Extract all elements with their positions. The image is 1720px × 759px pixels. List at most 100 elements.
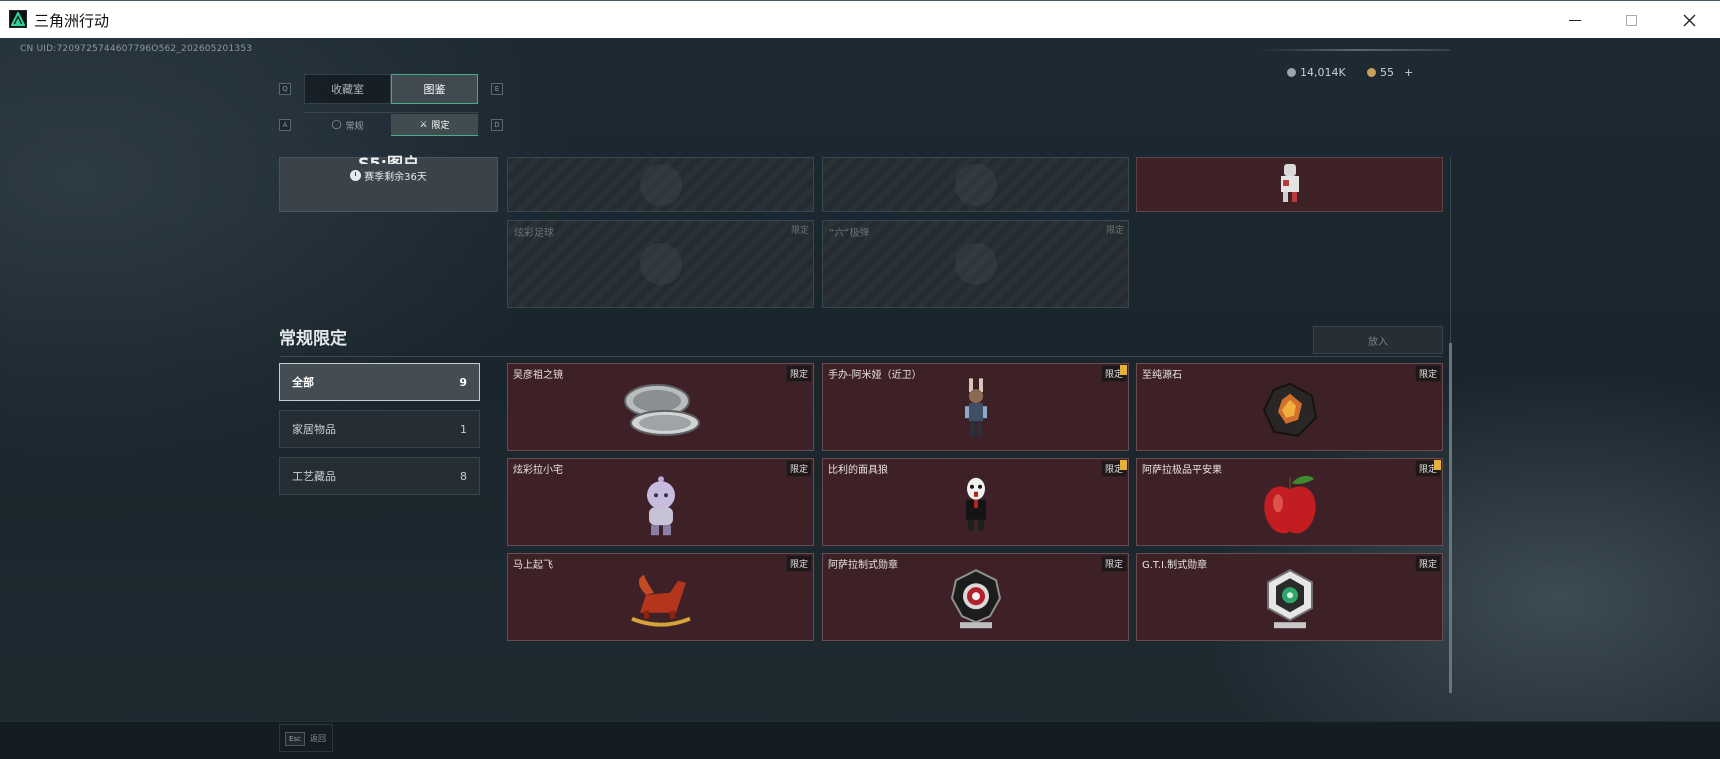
locked-item-silhouette [639,163,682,206]
header-divider [1260,49,1450,51]
filter-count: 1 [460,422,467,436]
add-currency-button[interactable]: + [1404,66,1413,79]
locked-item-silhouette [639,243,682,285]
rocking-horse-art [630,574,691,627]
currency-coins: 14,014K [1287,66,1346,79]
currency-premium-value: 55 [1380,66,1394,79]
uid-label: CN UID:7209725744607796O562_202605201353 [20,44,253,54]
ahsarah-medal-art [950,569,1001,629]
season-title: S5:图户 [357,154,420,164]
drop-icon: ◯ [331,120,342,130]
close-icon [1683,14,1695,26]
item-name: 至纯源石 [1142,370,1182,381]
minimize-icon [1569,19,1581,21]
limited-tag: 限定 [1102,222,1127,237]
item-card[interactable]: G.T.I.制式勋章 限定 [1136,553,1443,641]
maximize-icon [1625,14,1637,26]
minimize-button[interactable] [1546,1,1604,39]
currency-premium[interactable]: 55 + [1367,66,1413,79]
tab-codex[interactable]: 图鉴 [391,74,478,104]
limited-tag: 限定 [785,460,812,477]
item-name: 阿萨拉制式勋章 [828,560,898,571]
figure-billy-art [965,477,986,531]
limited-tag: 限定 [787,222,812,237]
gti-medal-art [1266,569,1313,629]
filter-furniture[interactable]: 家居物品 1 [279,410,480,448]
item-name: 炫彩拉小宅 [513,465,563,476]
close-button[interactable] [1660,1,1718,39]
new-badge [1120,365,1127,375]
apple-art [1263,475,1316,534]
season-remaining-label: 赛季剩余36天 [364,172,427,183]
tab-divider [304,112,478,113]
limited-tag: 限定 [785,365,812,382]
tab-collection-room[interactable]: 收藏室 [304,74,391,104]
item-name: G.T.I.制式勋章 [1142,560,1208,571]
locked-item-card[interactable]: 炫彩足球 限定 [507,220,814,308]
item-card[interactable]: 吴彦祖之镜 限定 [507,363,814,451]
item-name: 阿萨拉极品平安果 [1142,465,1222,476]
filter-crafts[interactable]: 工艺藏品 8 [279,457,480,495]
item-name: 手办-阿米娅（近卫） [828,370,922,381]
item-card-partial[interactable] [1136,157,1443,212]
new-badge [1434,460,1441,470]
tab-key-right: E [491,83,503,95]
window-title: 三角洲行动 [34,12,110,30]
subtab-limited[interactable]: ⚔ 限定 [391,114,478,136]
filter-count: 8 [460,469,467,483]
limited-tag: 限定 [1414,555,1441,572]
new-badge [1120,460,1127,470]
bottom-bar [0,721,1720,759]
locked-item-name: “六”极弹 [829,228,870,239]
compact-mirror-art [623,383,700,436]
figure-ghost-art [646,476,675,536]
back-label: 返回 [310,734,326,743]
locked-item-card[interactable]: “六”极弹 限定 [822,220,1129,308]
filter-all[interactable]: 全部 9 [279,363,480,401]
item-card[interactable]: 阿萨拉极品平安果 限定 [1136,458,1443,546]
app-logo-icon [9,10,27,28]
locked-item-silhouette [954,163,997,206]
coin-icon [1287,68,1296,77]
currency-coins-value: 14,014K [1300,66,1346,79]
item-card[interactable]: 至纯源石 限定 [1136,363,1443,451]
item-card[interactable]: 炫彩拉小宅 限定 [507,458,814,546]
locked-item-card[interactable] [507,157,814,212]
figure-art [1281,164,1299,202]
figure-amiya-art [964,378,987,438]
item-name: 马上起飞 [513,560,553,571]
filter-count: 9 [459,375,467,389]
section-title: 常规限定 [279,329,347,349]
put-in-button[interactable]: 放入 [1313,326,1443,354]
item-card[interactable]: 阿萨拉制式勋章 限定 [822,553,1129,641]
filter-label: 工艺藏品 [292,470,336,483]
subtab-regular-label: 常规 [345,121,364,132]
tab-key-left: Q [279,83,291,95]
season-remaining: 赛季剩余36天 [350,168,427,183]
locked-item-card[interactable] [822,157,1129,212]
subtab-key-left: A [279,119,291,131]
premium-coin-icon [1367,68,1376,77]
title-bar: 三角洲行动 [0,0,1720,38]
crossed-swords-icon: ⚔ [419,119,428,130]
maximize-button[interactable] [1602,1,1660,39]
season-card: S5:图户 赛季剩余36天 [279,154,498,212]
locked-item-name: 炫彩足球 [514,228,554,239]
esc-key-hint: Esc [285,732,305,746]
item-name: 比利的面具狼 [828,465,888,476]
locked-item-silhouette [954,243,997,285]
item-card[interactable]: 手办-阿米娅（近卫） 限定 [822,363,1129,451]
limited-tag: 限定 [1100,555,1127,572]
subtab-regular[interactable]: ◯ 常规 [304,114,391,136]
subtab-key-right: D [491,119,503,131]
item-card[interactable]: 比利的面具狼 限定 [822,458,1129,546]
filter-label: 全部 [292,376,314,389]
filter-label: 家居物品 [292,423,336,436]
item-card[interactable]: 马上起飞 限定 [507,553,814,641]
source-stone-art [1262,382,1317,437]
scrollbar-thumb[interactable] [1449,343,1452,693]
limited-tag: 限定 [1414,365,1441,382]
limited-tag: 限定 [785,555,812,572]
item-name: 吴彦祖之镜 [513,370,563,381]
clock-icon [350,170,362,181]
